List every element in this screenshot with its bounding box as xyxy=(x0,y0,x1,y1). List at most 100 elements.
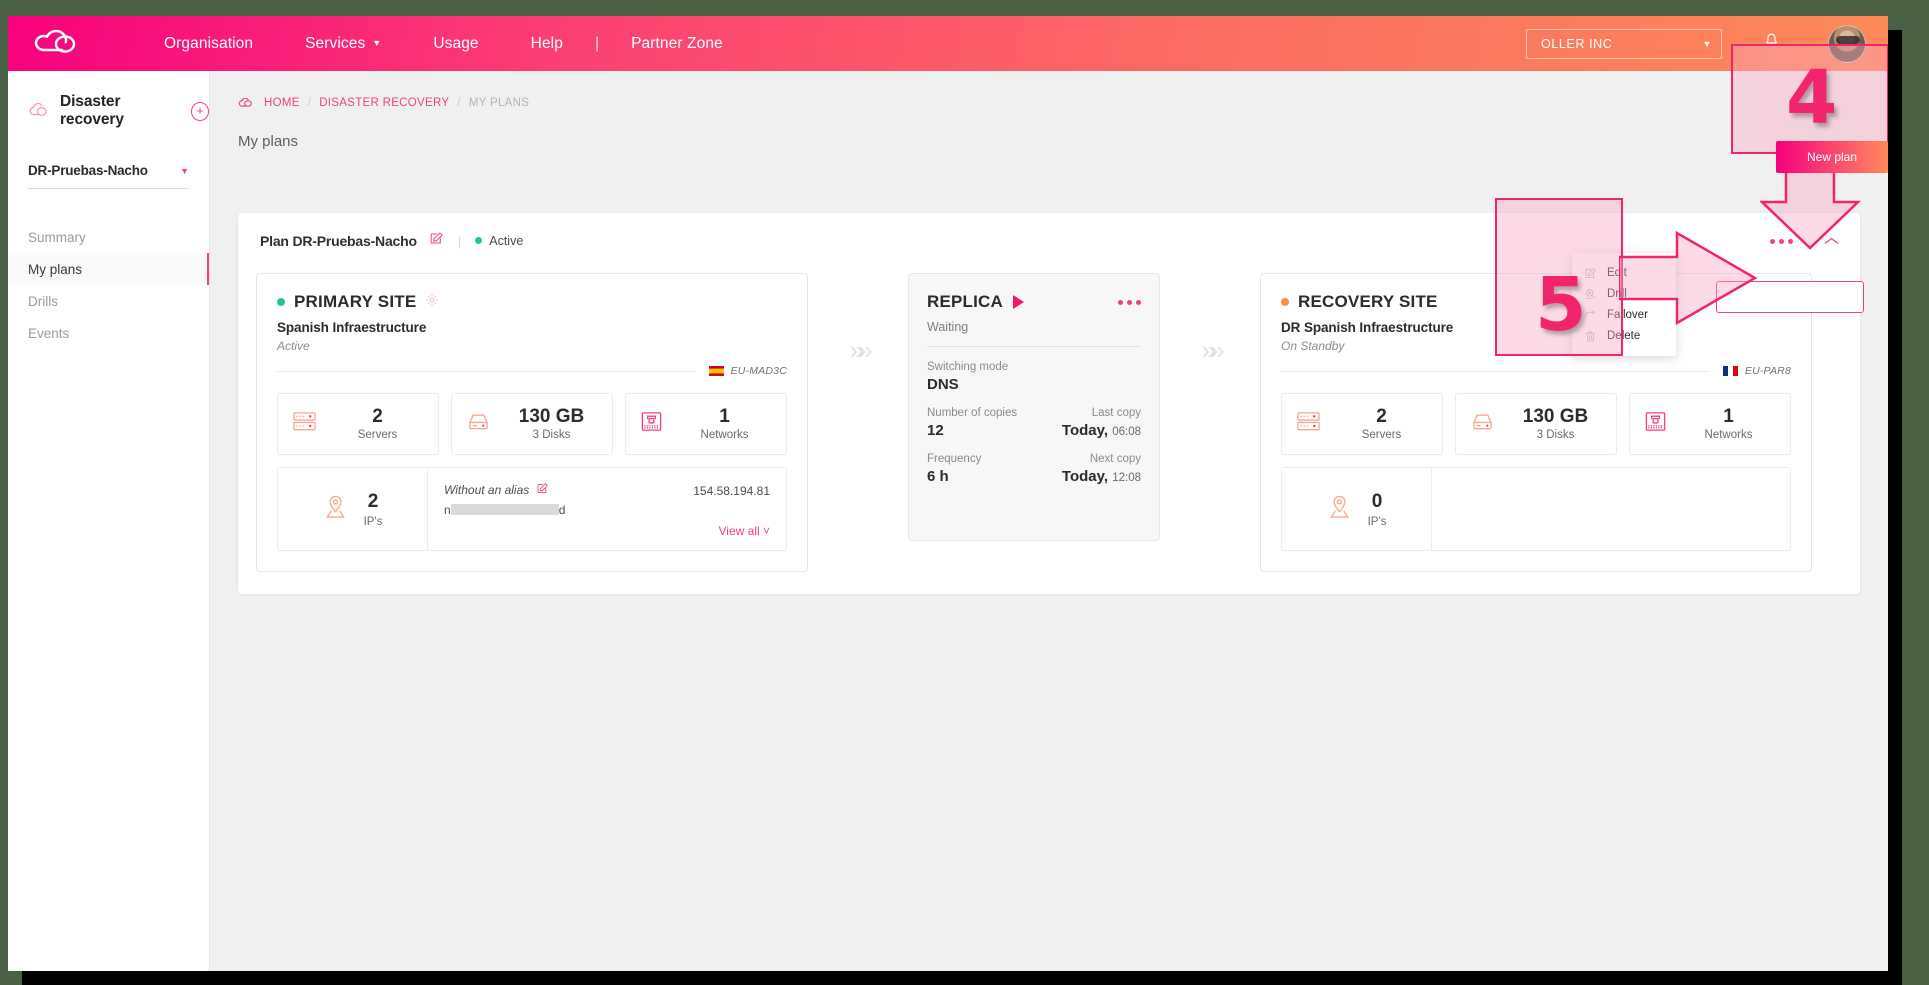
nav-separator: | xyxy=(594,34,600,52)
recovery-site-state: On Standby xyxy=(1281,339,1345,353)
breadcrumb-disaster-recovery[interactable]: DISASTER RECOVERY xyxy=(319,97,449,109)
menu-item-failover[interactable]: Failover xyxy=(1572,306,1676,324)
ip-address: 154.58.194.81 xyxy=(693,484,770,498)
nav-item-organisation[interactable]: Organisation xyxy=(138,35,279,53)
organisation-selector-value: OLLER INC xyxy=(1541,36,1613,51)
field-value: DNS xyxy=(927,376,959,393)
region-label: EU-MAD3C xyxy=(730,365,787,377)
stat-networks: 1 Networks xyxy=(1629,393,1791,455)
replica-row-frequency: Frequency 6 h Next copy Today, 12:08 xyxy=(927,453,1141,485)
plan-context-menu: Edit Drill Failover Delete xyxy=(1572,253,1676,356)
hostname-suffix: d xyxy=(558,503,566,517)
recovery-site-ip-box: 0 IP's xyxy=(1281,467,1791,551)
location-pin-icon xyxy=(323,493,348,525)
view-all-link[interactable]: View all ˅ xyxy=(719,524,770,538)
stat-value: 1 xyxy=(1723,405,1734,427)
menu-item-label: Delete xyxy=(1607,330,1641,342)
primary-site-title: PRIMARY SITE xyxy=(294,292,417,311)
ip-count: 2 xyxy=(367,490,379,512)
field-label: Switching mode xyxy=(927,361,1009,373)
spain-flag xyxy=(708,366,724,376)
settings-gear-icon[interactable] xyxy=(425,293,439,312)
sidebar-item-label: My plans xyxy=(28,261,83,277)
network-icon xyxy=(640,410,663,438)
more-options-icon[interactable] xyxy=(1770,238,1793,244)
region-label: EU-PAR8 xyxy=(1744,365,1791,377)
divider xyxy=(927,346,1141,347)
nav-label: Services xyxy=(305,34,366,52)
primary-site-ip-box: 2 IP's Without an alias n d 154.58.194.8… xyxy=(277,467,787,551)
plan-panel-actions xyxy=(1770,213,1840,269)
avatar[interactable] xyxy=(1828,24,1866,63)
status-dot xyxy=(277,298,285,306)
top-navigation-bar: Organisation Services ▼ Usage Help | Part… xyxy=(8,16,1888,71)
servers-icon xyxy=(1296,410,1321,438)
new-plan-button[interactable] xyxy=(1716,281,1864,313)
primary-site-divider: EU-MAD3C xyxy=(277,365,787,377)
recovery-site-card: RECOVERY SITE DR Spanish Infraestructure… xyxy=(1260,273,1812,572)
stat-value: 130 GB xyxy=(1522,405,1589,427)
cloud-logo-icon[interactable] xyxy=(30,27,84,61)
stat-label: 3 Disks xyxy=(1536,429,1575,442)
project-selector[interactable]: DR-Pruebas-Nacho ▼ xyxy=(28,163,189,189)
chevron-down-icon: ▼ xyxy=(180,165,189,176)
sidebar-item-label: Drills xyxy=(28,293,58,309)
recovery-site-region: EU-PAR8 xyxy=(1722,365,1791,377)
breadcrumb: HOME / DISASTER RECOVERY / MY PLANS xyxy=(210,71,1888,109)
stat-label: Networks xyxy=(700,429,749,442)
stat-disks: 130 GB 3 Disks xyxy=(451,393,613,455)
stat-servers: 2 Servers xyxy=(1281,393,1443,455)
status-dot xyxy=(475,237,483,244)
nav-item-services[interactable]: Services ▼ xyxy=(279,35,407,53)
stat-label: Servers xyxy=(1361,429,1402,442)
nav-item-partner-zone[interactable]: Partner Zone xyxy=(605,35,749,53)
stat-label: Servers xyxy=(357,429,398,442)
menu-item-edit[interactable]: Edit xyxy=(1572,264,1676,282)
ip-count-group: 2 IP's xyxy=(278,468,428,550)
field-value: 12 xyxy=(927,422,944,439)
menu-item-delete[interactable]: Delete xyxy=(1572,327,1676,345)
sidebar-menu: Summary My plans Drills Events xyxy=(8,221,209,349)
sidebar-item-drills[interactable]: Drills xyxy=(8,285,209,317)
replica-row-copies: Number of copies 12 Last copy Today, 06:… xyxy=(927,407,1141,439)
primary-site-stats: 2 Servers 130 GB 3 Disks 1 Networks xyxy=(277,393,787,455)
page-title: Disaster recovery xyxy=(60,93,124,128)
sidebar-item-my-plans[interactable]: My plans xyxy=(8,253,209,285)
ip-label: IP's xyxy=(363,515,383,528)
notification-bell-icon[interactable] xyxy=(1744,32,1798,55)
stat-value: 1 xyxy=(719,405,730,427)
ip-count: 0 xyxy=(1371,490,1383,512)
edit-pencil-icon[interactable] xyxy=(429,231,444,251)
recovery-site-title: RECOVERY SITE xyxy=(1298,292,1438,311)
sidebar-item-events[interactable]: Events xyxy=(8,317,209,349)
organisation-selector[interactable]: OLLER INC ▼ xyxy=(1526,28,1722,59)
ip-hostname: nd xyxy=(444,503,770,517)
status-dot xyxy=(1281,298,1289,306)
menu-item-drill[interactable]: Drill xyxy=(1572,285,1676,303)
edit-pencil-icon[interactable] xyxy=(536,482,549,498)
sidebar-item-summary[interactable]: Summary xyxy=(8,221,209,253)
failover-arrow-icon xyxy=(1584,309,1597,322)
add-plan-button[interactable]: + xyxy=(191,101,209,121)
ip-details xyxy=(1432,468,1790,550)
chevron-down-icon: ▼ xyxy=(1702,38,1712,49)
sidebar-item-label: Summary xyxy=(28,229,86,245)
nav-item-help[interactable]: Help xyxy=(505,35,589,53)
stat-servers: 2 Servers xyxy=(277,393,439,455)
nav-label: Organisation xyxy=(164,34,254,52)
more-options-icon[interactable] xyxy=(1118,299,1141,305)
menu-item-label: Failover xyxy=(1607,309,1648,321)
sidebar: Disaster recovery + DR-Pruebas-Nacho ▼ S… xyxy=(8,71,210,971)
application-window: Organisation Services ▼ Usage Help | Part… xyxy=(8,16,1888,971)
nav-item-usage[interactable]: Usage xyxy=(407,35,504,53)
breadcrumb-separator: / xyxy=(307,97,312,109)
field-label: Number of copies xyxy=(927,407,1018,419)
page-heading: My plans xyxy=(238,133,299,150)
menu-item-label: Drill xyxy=(1607,288,1627,300)
servers-icon xyxy=(292,410,317,438)
play-icon[interactable] xyxy=(1013,295,1025,309)
breadcrumb-home[interactable]: HOME xyxy=(264,97,300,109)
location-pin-icon xyxy=(1327,493,1352,525)
primary-site-header: PRIMARY SITE xyxy=(277,292,787,312)
chevron-up-icon[interactable] xyxy=(1823,233,1840,250)
